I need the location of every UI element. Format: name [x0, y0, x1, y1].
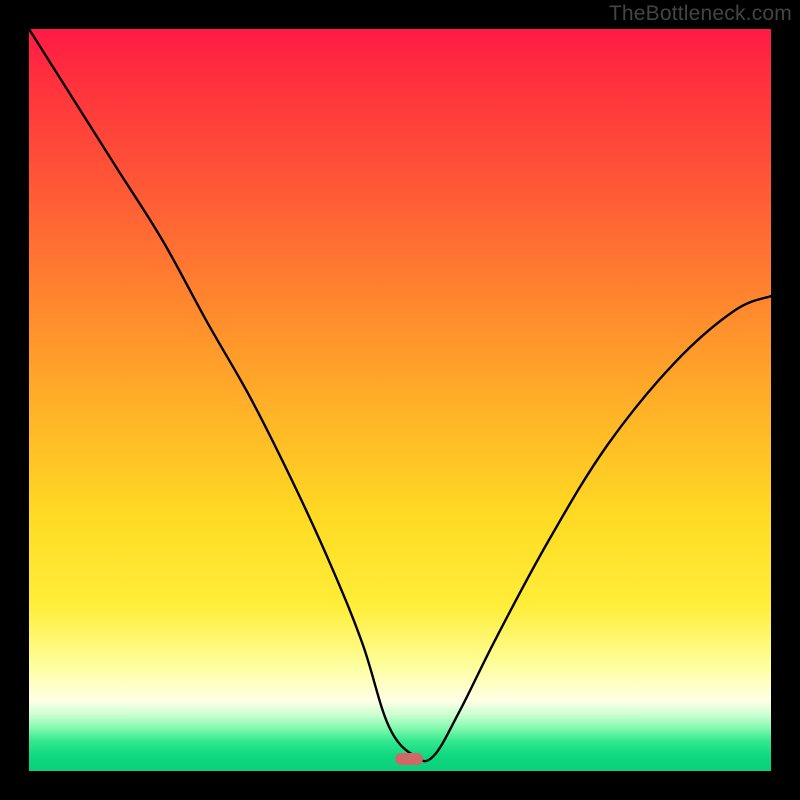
chart-frame: TheBottleneck.com: [0, 0, 800, 800]
minimum-marker: [395, 753, 423, 765]
plot-area: [29, 29, 771, 771]
watermark-text: TheBottleneck.com: [609, 2, 792, 26]
bottleneck-curve: [29, 29, 771, 771]
